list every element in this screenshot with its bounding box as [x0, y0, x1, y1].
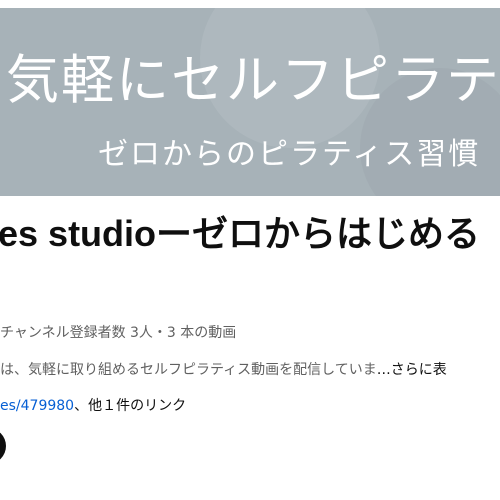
channel-description[interactable]: は、気軽に取り組めるセルフピラティス動画を配信していま…さらに表: [0, 360, 447, 380]
channel-name: es studioーゼロからはじめる: [0, 213, 481, 254]
description-text: は、気軽に取り組めるセルフピラティス動画を配信していま: [0, 362, 377, 378]
channel-page: 気軽にセルフピラティ ゼロからのピラティス習慣 es studioーゼロからはじ…: [0, 0, 500, 500]
banner-title: 気軽にセルフピラティ: [6, 50, 500, 111]
channel-links: es/479980、他１件のリンク: [0, 396, 186, 416]
channel-link[interactable]: es/479980: [0, 398, 74, 414]
channel-meta: チャンネル登録者数 3人・3 本の動画: [0, 325, 237, 341]
subscribe-button[interactable]: [0, 428, 6, 464]
banner-subtitle: ゼロからのピラティス習慣: [98, 137, 481, 172]
description-more-link[interactable]: …さらに表: [377, 362, 447, 378]
more-links-text[interactable]: 、他１件のリンク: [74, 398, 186, 414]
channel-banner: 気軽にセルフピラティ ゼロからのピラティス習慣: [0, 8, 500, 196]
